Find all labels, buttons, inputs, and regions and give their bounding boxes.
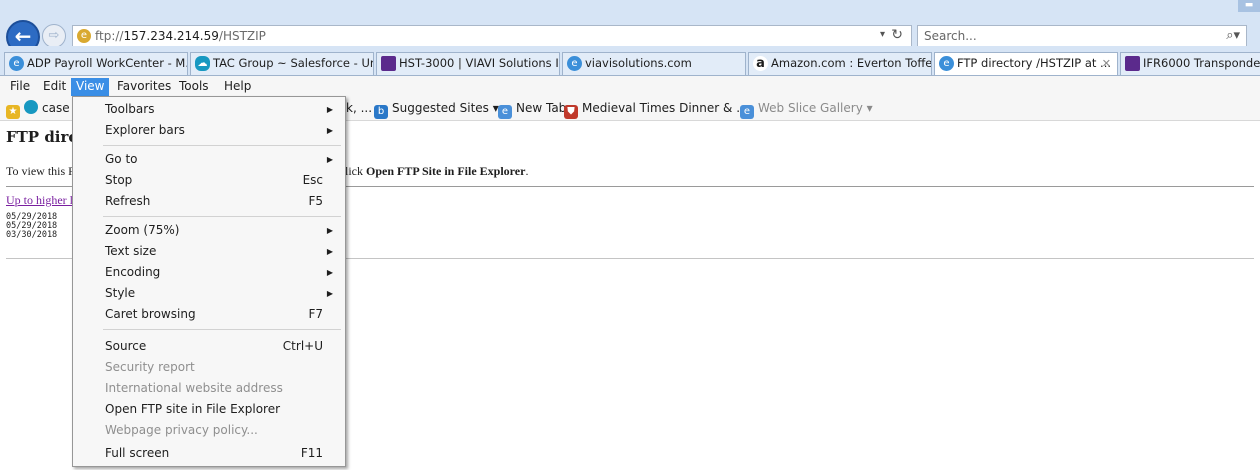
search-input[interactable]: Search... ⌕▾ xyxy=(917,25,1247,47)
shortcut-label: Ctrl+U xyxy=(282,339,323,353)
tab-adp-payroll[interactable]: e ADP Payroll WorkCenter - M... xyxy=(4,52,188,75)
menu-stop[interactable]: Stop Esc xyxy=(73,170,345,191)
amazon-icon: a xyxy=(753,56,768,71)
submenu-arrow-icon: ▶ xyxy=(326,155,333,164)
ie-page-icon: e xyxy=(740,105,754,119)
tab-label: FTP directory /HSTZIP at ... xyxy=(957,56,1112,70)
tab-label: viavisolutions.com xyxy=(585,56,692,70)
menu-security-report: Security report xyxy=(105,360,195,374)
tab-ftp-directory[interactable]: e FTP directory /HSTZIP at ... ✕ xyxy=(934,52,1118,75)
tab-label: TAC Group ~ Salesforce - Un... xyxy=(213,56,374,70)
tab-label: HST-3000 | VIAVI Solutions I... xyxy=(399,56,560,70)
favorites-star-icon[interactable]: ★ xyxy=(6,100,24,119)
salesforce-icon xyxy=(24,100,38,114)
menu-international-address: International website address xyxy=(105,381,283,395)
tab-tac-group[interactable]: ☁ TAC Group ~ Salesforce - Un... xyxy=(190,52,374,75)
favorite-partial[interactable]: k, ... xyxy=(346,100,372,117)
menu-tools[interactable]: Tools xyxy=(174,78,214,96)
favorite-label: Medieval Times Dinner & ... xyxy=(582,101,748,115)
favorite-label: Web Slice Gallery ▾ xyxy=(758,101,873,115)
menu-separator xyxy=(103,145,341,146)
page-title: FTP dire xyxy=(6,128,78,146)
minimize-button[interactable]: ▬ xyxy=(1238,0,1260,12)
open-ftp-site-hint: Open FTP Site in File Explorer xyxy=(366,164,526,178)
search-placeholder: Search... xyxy=(924,29,977,43)
up-to-higher-level-link[interactable]: Up to higher l xyxy=(6,193,73,208)
favorite-case[interactable]: case xyxy=(24,100,70,117)
address-dropdown-icon[interactable]: ▾ xyxy=(880,29,885,40)
address-bar[interactable]: e ftp://157.234.214.59/HSTZIP ▾ ↻ xyxy=(72,25,912,47)
ie-icon: e xyxy=(567,56,582,71)
menu-favorites[interactable]: Favorites xyxy=(112,78,176,96)
viavi-icon xyxy=(381,56,396,71)
menu-zoom[interactable]: Zoom (75%) ▶ xyxy=(73,220,345,241)
favorite-label: Suggested Sites ▾ xyxy=(392,101,499,115)
menu-open-ftp-site[interactable]: Open FTP site in File Explorer xyxy=(73,399,345,420)
refresh-icon[interactable]: ↻ xyxy=(891,27,903,43)
ie-icon: e xyxy=(939,56,954,71)
close-icon[interactable]: ✕ xyxy=(1102,53,1111,74)
ie-page-icon: e xyxy=(498,105,512,119)
tab-ifr6000[interactable]: IFR6000 Transponder/ xyxy=(1120,52,1260,75)
tab-hst-3000[interactable]: HST-3000 | VIAVI Solutions I... xyxy=(376,52,560,75)
page-instructions-continued: lick Open FTP Site in File Explorer. xyxy=(345,164,529,178)
favorite-new-tab[interactable]: e New Tab xyxy=(498,100,566,119)
menu-encoding[interactable]: Encoding ▶ xyxy=(73,262,345,283)
menu-separator xyxy=(103,329,341,330)
submenu-arrow-icon: ▶ xyxy=(326,126,333,135)
menu-go-to[interactable]: Go to ▶ xyxy=(73,149,345,170)
menu-style[interactable]: Style ▶ xyxy=(73,283,345,304)
tab-strip: e ADP Payroll WorkCenter - M... ☁ TAC Gr… xyxy=(0,46,1260,76)
menu-separator xyxy=(103,216,341,217)
ftp-site-icon: e xyxy=(77,29,91,43)
menu-refresh[interactable]: Refresh F5 xyxy=(73,191,345,212)
menu-help[interactable]: Help xyxy=(219,78,256,96)
submenu-arrow-icon: ▶ xyxy=(326,268,333,277)
bing-icon: b xyxy=(374,105,388,119)
browser-toolbar: ▬ ← ⇨ e ftp://157.234.214.59/HSTZIP ▾ ↻ … xyxy=(0,0,1260,54)
menu-edit[interactable]: Edit xyxy=(38,78,71,96)
tab-label: Amazon.com : Everton Toffe... xyxy=(771,56,932,70)
submenu-arrow-icon: ▶ xyxy=(326,105,333,114)
favorite-label: case xyxy=(42,101,70,115)
menu-source[interactable]: Source Ctrl+U xyxy=(73,336,345,357)
favorite-suggested-sites[interactable]: b Suggested Sites ▾ xyxy=(374,100,499,119)
ie-icon: e xyxy=(9,56,24,71)
salesforce-icon: ☁ xyxy=(195,56,210,71)
viavi-icon xyxy=(1125,56,1140,71)
forward-button[interactable]: ⇨ xyxy=(42,24,66,48)
menu-text-size[interactable]: Text size ▶ xyxy=(73,241,345,262)
tab-label: IFR6000 Transponder/ xyxy=(1143,56,1260,70)
back-arrow-icon: ← xyxy=(14,24,32,48)
shortcut-label: Esc xyxy=(302,173,323,187)
menu-caret-browsing[interactable]: Caret browsing F7 xyxy=(73,304,345,325)
tab-amazon[interactable]: a Amazon.com : Everton Toffe... xyxy=(748,52,932,75)
favorite-medieval-times[interactable]: ⛊ Medieval Times Dinner & ... xyxy=(564,100,748,119)
forward-arrow-icon: ⇨ xyxy=(48,28,60,43)
menu-explorer-bars[interactable]: Explorer bars ▶ xyxy=(73,120,345,141)
shield-icon: ⛊ xyxy=(564,105,578,119)
favorite-label: New Tab xyxy=(516,101,567,115)
submenu-arrow-icon: ▶ xyxy=(326,247,333,256)
menu-file[interactable]: File xyxy=(5,78,35,96)
menu-full-screen[interactable]: Full screen F11 xyxy=(73,443,345,464)
menu-toolbars[interactable]: Toolbars ▶ xyxy=(73,99,345,120)
submenu-arrow-icon: ▶ xyxy=(326,289,333,298)
view-menu-dropdown: Toolbars ▶ Explorer bars ▶ Go to ▶ Stop … xyxy=(72,96,346,467)
submenu-arrow-icon: ▶ xyxy=(326,226,333,235)
page-instructions: To view this F xyxy=(6,164,75,178)
menu-privacy-policy: Webpage privacy policy... xyxy=(105,423,258,437)
favorite-web-slice-gallery[interactable]: e Web Slice Gallery ▾ xyxy=(740,100,873,119)
shortcut-label: F5 xyxy=(308,194,323,208)
tab-viavisolutions[interactable]: e viavisolutions.com xyxy=(562,52,746,75)
shortcut-label: F11 xyxy=(300,446,323,460)
listing-date: 03/30/2018 xyxy=(6,230,58,240)
shortcut-label: F7 xyxy=(308,307,323,321)
directory-listing: 05/29/2018 05/29/2018 03/30/2018 xyxy=(6,213,57,240)
search-icon[interactable]: ⌕▾ xyxy=(1226,28,1240,43)
menu-view[interactable]: View xyxy=(71,78,110,96)
tab-label: ADP Payroll WorkCenter - M... xyxy=(27,56,188,70)
menu-bar: File Edit View Favorites Tools Help xyxy=(0,76,1260,97)
address-url[interactable]: ftp://157.234.214.59/HSTZIP xyxy=(95,29,266,43)
